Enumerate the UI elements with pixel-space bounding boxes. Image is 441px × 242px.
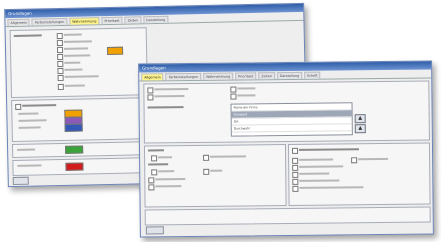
front-right-text-2: [358, 157, 389, 161]
front-right-checkbox-2[interactable]: [351, 157, 358, 164]
front-lower-checkbox-5[interactable]: [148, 177, 155, 184]
front-tab-2[interactable]: Wahrnehmung: [203, 72, 234, 80]
front-lower-checkbox-6[interactable]: [148, 184, 155, 191]
move-up-button[interactable]: ▲: [354, 114, 366, 124]
front-lower-checkbox-1[interactable]: [151, 155, 158, 162]
back-swatch-red[interactable]: [65, 162, 84, 171]
back-color-label-3: [18, 126, 41, 129]
front-right-checkbox-6[interactable]: [292, 185, 299, 192]
front-lower-text-5: [155, 178, 186, 181]
back-option-text-7: [64, 75, 99, 78]
front-radio-text-1: [237, 87, 256, 90]
back-option-text-4: [64, 54, 91, 57]
front-right-checkbox-5[interactable]: [292, 178, 299, 185]
front-lower-text-4: [210, 169, 223, 172]
front-right-text-6: [299, 186, 364, 189]
front-lower-text-6: [155, 185, 182, 188]
front-lower-text-3: [158, 170, 175, 173]
front-lower-right-panel: [287, 142, 431, 206]
back-checkbox-3[interactable]: [56, 46, 64, 54]
front-right-caption: [298, 148, 360, 151]
back-checkbox-4[interactable]: [57, 53, 64, 61]
back-checkbox-7[interactable]: [57, 74, 64, 82]
front-tab-4[interactable]: Zeiten: [258, 72, 276, 80]
front-name-list[interactable]: Name der Firma Standard Ort Durchwahl: [230, 102, 353, 137]
back-option-text-3: [63, 47, 89, 50]
back-option-text-2: [63, 40, 92, 43]
back-tab-1[interactable]: Farbeinstellungen: [31, 17, 68, 26]
front-right-checkbox-1[interactable]: [292, 157, 299, 164]
front-right-text-3: [299, 165, 344, 168]
front-lower-text-1: [158, 156, 173, 159]
front-radio-1[interactable]: [230, 86, 237, 93]
front-tab-6[interactable]: Schrift: [303, 71, 321, 79]
front-right-checkbox-0[interactable]: [291, 147, 299, 154]
front-option-text-2: [154, 95, 185, 98]
back-color-heading: [22, 104, 57, 107]
back-green-label: [17, 148, 36, 151]
front-tab-3[interactable]: Prioritaet: [235, 72, 257, 80]
front-tab-5[interactable]: Darstellung: [276, 71, 303, 80]
front-option-text-1: [154, 88, 189, 91]
front-right-checkbox-3[interactable]: [292, 164, 299, 171]
front-top-panel: Name der Firma Standard Ort Durchwahl ▲ …: [143, 80, 430, 144]
back-color-label-1: [18, 112, 39, 115]
back-swatch-green[interactable]: [65, 145, 84, 154]
front-lower-left-panel: [143, 144, 287, 208]
front-tab-bar: Allgemein Farbeinstellungen Wahrnehmung …: [139, 69, 432, 82]
back-swatch-blue[interactable]: [64, 123, 83, 132]
back-options-panel: [9, 27, 149, 99]
front-dialog-window: Grundlagen Allgemein Farbeinstellungen W…: [138, 60, 434, 238]
back-option-text-6: [64, 68, 83, 71]
front-tab-1[interactable]: Farbeinstellungen: [165, 72, 202, 81]
front-right-text-4: [299, 172, 330, 175]
back-option-text-5: [64, 61, 81, 64]
back-tab-2[interactable]: Wahrnehmung: [69, 17, 100, 25]
front-group-caption-1: [147, 149, 165, 152]
back-tab-0[interactable]: Allgemein: [7, 18, 30, 27]
back-checkbox-8[interactable]: [57, 83, 64, 91]
front-checkbox-1[interactable]: [147, 87, 154, 94]
back-color-checkbox[interactable]: [15, 103, 22, 110]
front-group-caption-2: [148, 163, 169, 166]
back-checkbox-2[interactable]: [56, 39, 63, 47]
front-right-text-5: [299, 179, 340, 182]
front-lower-checkbox-2[interactable]: [203, 154, 210, 161]
back-red-panel: [12, 157, 150, 177]
back-checkbox-5[interactable]: [57, 60, 64, 68]
back-color-label-2: [18, 119, 47, 122]
front-list-item-3[interactable]: Durchwahl: [231, 124, 352, 133]
front-tab-0[interactable]: Allgemein: [141, 73, 164, 81]
move-down-button[interactable]: ▲: [354, 124, 366, 134]
front-right-checkbox-4[interactable]: [292, 171, 299, 178]
front-bottom-panel: [144, 206, 431, 226]
back-orange-swatch[interactable]: [106, 46, 124, 56]
front-lower-checkbox-3[interactable]: [151, 169, 158, 176]
back-checkbox-6[interactable]: [57, 67, 64, 75]
front-footer-button[interactable]: [145, 226, 164, 235]
front-list-caption: [147, 106, 184, 109]
front-radio-2[interactable]: [230, 93, 237, 100]
front-radio-text-2: [237, 94, 256, 97]
back-footer-button[interactable]: [12, 176, 29, 186]
back-option-text-8: [64, 84, 85, 87]
front-right-text-1: [299, 158, 334, 161]
back-colors-panel: [11, 97, 149, 143]
back-tab-4[interactable]: Zeiten: [124, 16, 142, 24]
front-lower-checkbox-4[interactable]: [203, 168, 210, 175]
back-heading-line: [13, 34, 42, 37]
back-red-label: [17, 164, 42, 167]
back-green-panel: [11, 141, 150, 159]
back-tab-3[interactable]: Prioritaet: [101, 16, 123, 25]
front-lower-text-2: [210, 155, 247, 158]
back-option-text-1: [63, 33, 82, 36]
back-tab-5[interactable]: Darstellung: [143, 15, 169, 24]
back-checkbox-1[interactable]: [56, 32, 63, 40]
front-checkbox-2[interactable]: [147, 94, 154, 101]
